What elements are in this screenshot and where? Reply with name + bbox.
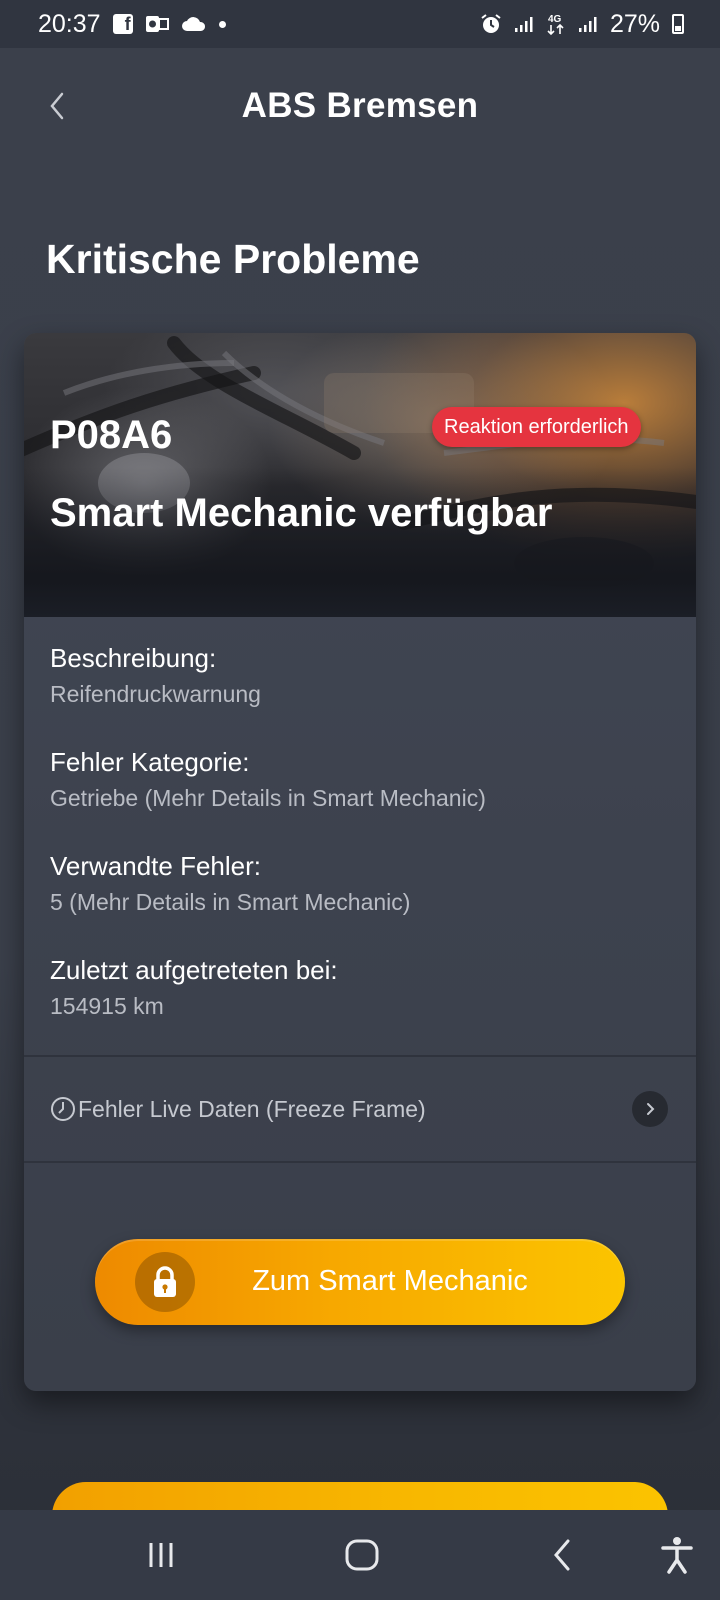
battery-percent: 27%	[609, 9, 660, 38]
info-list: Beschreibung: Reifendruckwarnung Fehler …	[24, 617, 696, 1055]
info-item-category: Fehler Kategorie: Getriebe (Mehr Details…	[50, 745, 670, 815]
svg-text:4G: 4G	[548, 14, 562, 25]
info-value: Reifendruckwarnung	[50, 681, 261, 707]
freeze-frame-row[interactable]: Fehler Live Daten (Freeze Frame)	[24, 1057, 696, 1161]
hero-fade	[24, 467, 696, 617]
page-title: ABS Bremsen	[241, 86, 479, 125]
system-nav-bar	[0, 1510, 720, 1600]
accessibility-icon[interactable]	[654, 1532, 700, 1578]
info-value: Getriebe (Mehr Details in Smart Mechanic…	[50, 785, 486, 811]
clock-icon	[50, 1096, 76, 1122]
dot-icon	[218, 20, 226, 28]
card-subtitle: Smart Mechanic verfügbar	[50, 491, 553, 535]
info-label: Zuletzt aufgetreteten bei:	[50, 955, 338, 985]
section-title: Kritische Probleme	[46, 236, 420, 282]
recent-apps-icon[interactable]	[138, 1532, 184, 1578]
screen: 20:37 f 4G 27% ABS Bremsen Kritische Pro…	[0, 0, 720, 1600]
smart-mechanic-button[interactable]: Zum Smart Mechanic	[95, 1239, 625, 1325]
status-badge: Reaktion erforderlich	[432, 407, 641, 447]
battery-icon	[672, 14, 684, 34]
status-bar: 20:37 f 4G 27%	[0, 0, 720, 48]
freeze-frame-label: Fehler Live Daten (Freeze Frame)	[78, 1095, 426, 1122]
info-item-description: Beschreibung: Reifendruckwarnung	[50, 641, 670, 711]
info-item-last-occurrence: Zuletzt aufgetreteten bei: 154915 km	[50, 953, 670, 1023]
info-value: 154915 km	[50, 993, 164, 1019]
chevron-right-icon[interactable]	[632, 1091, 668, 1127]
facebook-icon: f	[112, 14, 133, 34]
info-item-related: Verwandte Fehler: 5 (Mehr Details in Sma…	[50, 849, 670, 919]
info-label: Verwandte Fehler:	[50, 851, 262, 881]
smart-mechanic-button-label: Zum Smart Mechanic	[252, 1265, 528, 1297]
outlook-icon	[145, 14, 169, 34]
status-time: 20:37	[38, 9, 101, 38]
info-label: Fehler Kategorie:	[50, 747, 250, 777]
info-value: 5 (Mehr Details in Smart Mechanic)	[50, 889, 411, 915]
alarm-icon	[480, 13, 502, 35]
back-icon[interactable]	[540, 1532, 586, 1578]
app-header: ABS Bremsen	[0, 48, 720, 172]
card-hero: P08A6 Reaktion erforderlich Smart Mechan…	[24, 333, 696, 617]
divider	[24, 1161, 696, 1163]
cloud-icon	[181, 15, 207, 33]
signal-icon	[514, 15, 534, 33]
fault-code: P08A6	[50, 413, 173, 457]
4g-icon: 4G	[546, 12, 566, 36]
info-label: Beschreibung:	[50, 643, 217, 673]
signal-icon	[578, 15, 598, 33]
home-icon[interactable]	[339, 1532, 385, 1578]
fault-card: P08A6 Reaktion erforderlich Smart Mechan…	[24, 333, 696, 1391]
